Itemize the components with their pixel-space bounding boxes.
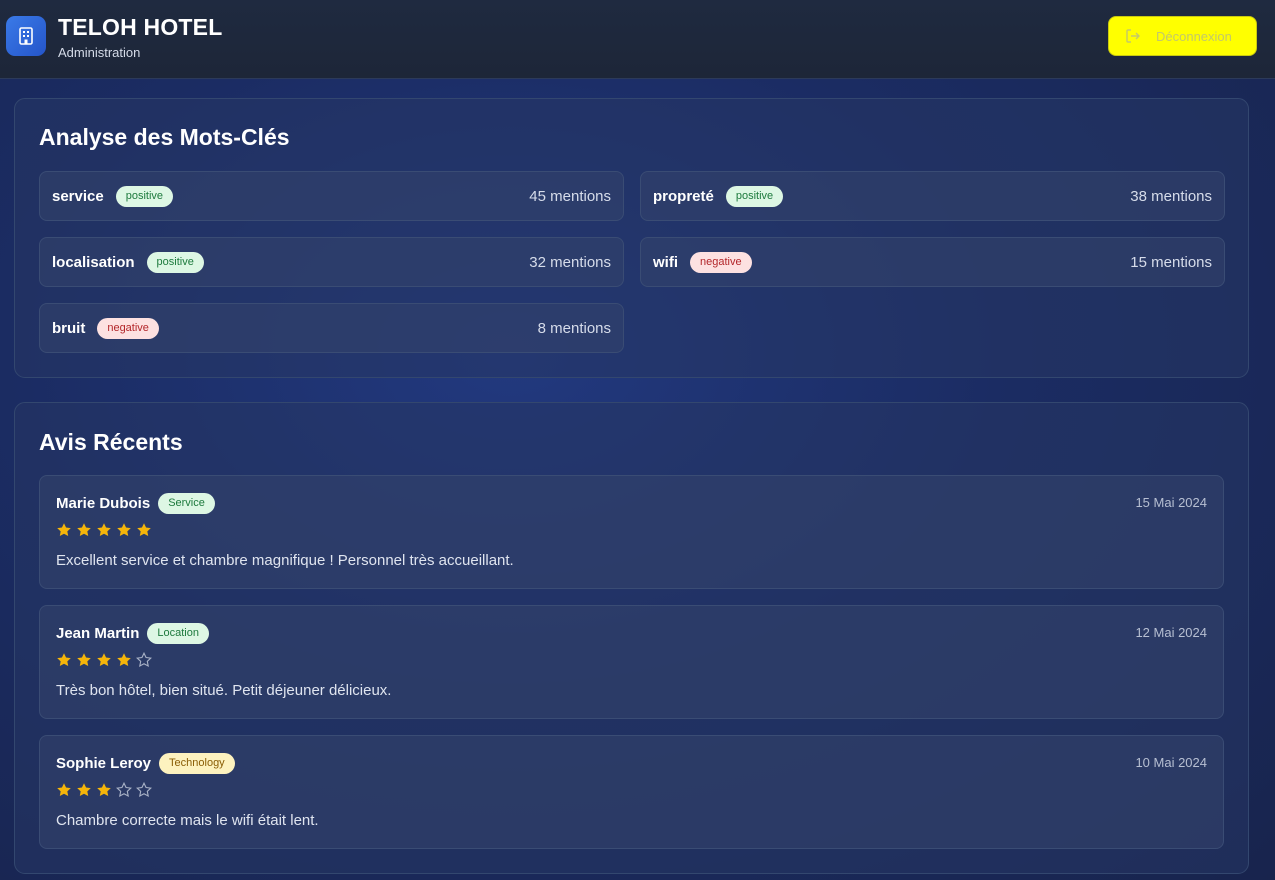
review-author: Marie Dubois bbox=[56, 495, 151, 512]
review-date: 10 Mai 2024 bbox=[1135, 755, 1207, 770]
keyword-analysis-card: Analyse des Mots-Clés service positive 4… bbox=[14, 98, 1249, 378]
review-text: Chambre correcte mais le wifi était lent… bbox=[56, 812, 319, 829]
category-badge: Location bbox=[147, 623, 209, 644]
star-filled-icon bbox=[77, 783, 91, 797]
sentiment-badge: positive bbox=[146, 251, 204, 273]
star-filled-icon bbox=[117, 653, 131, 667]
star-filled-icon bbox=[97, 653, 111, 667]
star-empty-icon bbox=[136, 652, 152, 668]
logout-icon bbox=[1126, 29, 1140, 43]
review-author: Sophie Leroy bbox=[56, 755, 152, 772]
review-item: Marie Dubois Service 15 Mai 2024 Excelle… bbox=[39, 475, 1224, 589]
review-author: Jean Martin bbox=[56, 625, 140, 642]
review-date: 15 Mai 2024 bbox=[1135, 495, 1207, 510]
star-rating bbox=[56, 522, 152, 538]
keyword-name: wifi bbox=[653, 253, 678, 271]
keyword-name: bruit bbox=[52, 319, 86, 337]
logout-button[interactable]: Déconnexion bbox=[1108, 16, 1257, 56]
star-rating bbox=[56, 782, 152, 798]
logout-label: Déconnexion bbox=[1156, 28, 1232, 44]
mention-count: 32 mentions bbox=[529, 253, 611, 271]
star-filled-icon bbox=[77, 523, 91, 537]
category-badge: Service bbox=[158, 493, 215, 514]
recent-reviews-title: Avis Récents bbox=[39, 429, 183, 455]
sentiment-badge: negative bbox=[690, 251, 752, 273]
mention-count: 38 mentions bbox=[1130, 187, 1212, 205]
app-header: TELOH HOTEL Administration Déconnexion bbox=[0, 0, 1275, 79]
sentiment-badge: negative bbox=[97, 317, 159, 339]
star-filled-icon bbox=[97, 523, 111, 537]
keyword-item: service positive 45 mentions bbox=[39, 171, 624, 221]
star-filled-icon bbox=[57, 653, 71, 667]
star-empty-icon bbox=[116, 782, 132, 798]
keyword-item: localisation positive 32 mentions bbox=[39, 237, 624, 287]
review-text: Très bon hôtel, bien situé. Petit déjeun… bbox=[56, 682, 392, 699]
review-item: Jean Martin Location 12 Mai 2024 Très bo… bbox=[39, 605, 1224, 719]
app-subtitle: Administration bbox=[58, 45, 141, 60]
category-badge: Technology bbox=[159, 753, 235, 774]
keyword-name: service bbox=[52, 187, 104, 205]
sentiment-badge: positive bbox=[725, 185, 784, 207]
star-filled-icon bbox=[137, 523, 151, 537]
logo bbox=[6, 16, 46, 56]
star-rating bbox=[56, 652, 152, 668]
star-filled-icon bbox=[57, 523, 71, 537]
star-filled-icon bbox=[97, 783, 111, 797]
building-icon bbox=[19, 27, 33, 45]
keyword-item: wifi negative 15 mentions bbox=[640, 237, 1225, 287]
keyword-analysis-title: Analyse des Mots-Clés bbox=[39, 124, 290, 150]
review-date: 12 Mai 2024 bbox=[1135, 625, 1207, 640]
review-text: Excellent service et chambre magnifique … bbox=[56, 552, 514, 569]
star-filled-icon bbox=[57, 783, 71, 797]
review-item: Sophie Leroy Technology 10 Mai 2024 Cham… bbox=[39, 735, 1224, 849]
keyword-name: localisation bbox=[52, 253, 135, 271]
sentiment-badge: positive bbox=[115, 185, 174, 207]
mention-count: 8 mentions bbox=[537, 319, 611, 337]
mention-count: 45 mentions bbox=[529, 187, 611, 205]
recent-reviews-card: Avis Récents Marie Dubois Service 15 Mai… bbox=[14, 402, 1249, 874]
app-title: TELOH HOTEL bbox=[58, 14, 223, 40]
keyword-item: bruit negative 8 mentions bbox=[39, 303, 624, 353]
star-filled-icon bbox=[77, 653, 91, 667]
star-empty-icon bbox=[136, 782, 152, 798]
keyword-name: propreté bbox=[653, 187, 714, 205]
keyword-item: propreté positive 38 mentions bbox=[640, 171, 1225, 221]
star-filled-icon bbox=[117, 523, 131, 537]
mention-count: 15 mentions bbox=[1130, 253, 1212, 271]
